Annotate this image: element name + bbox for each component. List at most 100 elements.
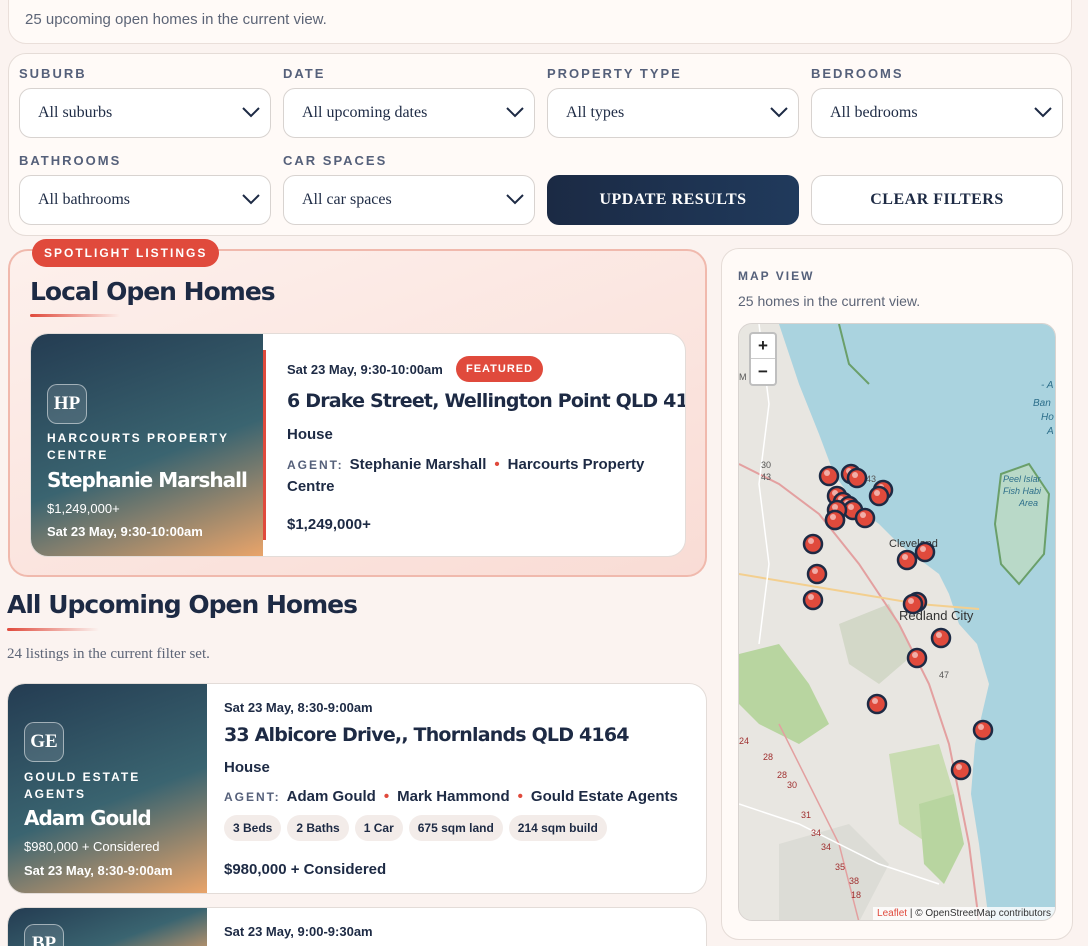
title-underline [7, 628, 99, 631]
separator-dot: • [517, 788, 523, 805]
map-pin-marker[interactable] [972, 719, 994, 741]
map-pin-marker[interactable] [930, 627, 952, 649]
property-type-filter: PROPERTY TYPE All types [547, 66, 799, 138]
car-chip: 1 Car [354, 815, 403, 841]
svg-text:A: A [1046, 426, 1054, 437]
spotlight-title: Local Open Homes [30, 277, 276, 306]
bathrooms-value: All bathrooms [38, 191, 130, 208]
listing-card[interactable]: BP Sat 23 May, 9:00-9:30am [7, 907, 707, 946]
property-type-label: PROPERTY TYPE [547, 66, 682, 81]
svg-text:28: 28 [777, 770, 787, 780]
osm-attribution: | © OpenStreetMap contributors [909, 908, 1051, 919]
open-time: Sat 23 May, 9:00-9:30am [224, 924, 373, 939]
svg-text:43: 43 [761, 472, 771, 482]
agent-label: AGENT: [224, 790, 281, 804]
listing-address[interactable]: 6 Drake Street, Wellington Point QLD 416… [287, 390, 685, 412]
map-pin-marker[interactable] [824, 509, 846, 531]
map-pin-marker[interactable] [854, 507, 876, 529]
suburb-filter: SUBURB All suburbs [19, 66, 271, 138]
map-pin-marker[interactable] [914, 541, 936, 563]
map-pin-marker[interactable] [802, 533, 824, 555]
map-pin-marker[interactable] [866, 693, 888, 715]
bathrooms-select[interactable]: All bathrooms [19, 175, 271, 225]
property-type: House [224, 759, 270, 776]
date-value: All upcoming dates [302, 104, 428, 121]
all-upcoming-title: All Upcoming Open Homes [7, 590, 358, 619]
baths-chip: 2 Baths [287, 815, 349, 841]
map-pin-highlight [808, 538, 814, 544]
agent-panel: GE GOULD ESTATE AGENTS Adam Gould $980,0… [8, 684, 207, 893]
agency-initials: GE [24, 722, 64, 762]
map-tiles[interactable]: Cleveland Redland City 30 43 43 47 24 28… [739, 324, 1056, 921]
agent-item: Adam Gould [286, 788, 376, 805]
agency-initials: HP [47, 384, 87, 424]
svg-text:18: 18 [851, 890, 861, 900]
featured-badge: FEATURED [456, 356, 544, 382]
svg-text:28: 28 [763, 752, 773, 762]
map-pin-marker[interactable] [950, 759, 972, 781]
svg-text:47: 47 [939, 670, 949, 680]
listing-details: Sat 23 May, 9:00-9:30am [207, 908, 706, 946]
map-pin-highlight [848, 504, 854, 510]
agent-name: Adam Gould [24, 806, 152, 830]
results-summary-text: 25 upcoming open homes in the current vi… [25, 11, 327, 28]
map-pin-marker[interactable] [806, 563, 828, 585]
suburb-label: SUBURB [19, 66, 87, 81]
agent-item: Mark Hammond [397, 788, 510, 805]
bedrooms-select[interactable]: All bedrooms [811, 88, 1063, 138]
svg-text:34: 34 [821, 842, 831, 852]
svg-text:Peel Islar: Peel Islar [1003, 474, 1042, 484]
map-pin-marker[interactable] [818, 465, 840, 487]
car-spaces-label: CAR SPACES [283, 153, 388, 168]
map[interactable]: Cleveland Redland City 30 43 43 47 24 28… [738, 323, 1056, 921]
svg-text:30: 30 [761, 460, 771, 470]
agent-label: AGENT: [287, 458, 344, 472]
map-pin-highlight [872, 698, 878, 704]
map-pin-marker[interactable] [902, 593, 924, 615]
agent-item: Gould Estate Agents [530, 788, 678, 805]
agent-line: AGENT: Adam Gould • Mark Hammond • Gould Esta… [224, 786, 704, 808]
listing-address[interactable]: 33 Albicore Drive,, Thornlands QLD 4164 [224, 724, 630, 746]
listing-details: Sat 23 May, 8:30-9:00am 33 Albicore Driv… [207, 684, 706, 893]
suburb-value: All suburbs [38, 104, 113, 121]
zoom-out-button[interactable]: − [751, 359, 775, 384]
svg-text:38: 38 [849, 876, 859, 886]
listings-count: 24 listings in the current filter set. [7, 646, 210, 662]
clear-filters-button[interactable]: CLEAR FILTERS [811, 175, 1063, 225]
map-pin-marker[interactable] [906, 647, 928, 669]
land-chip: 675 sqm land [408, 815, 503, 841]
chevron-down-icon [770, 107, 788, 118]
update-results-button[interactable]: UPDATE RESULTS [547, 175, 799, 225]
map-pin-highlight [956, 764, 962, 770]
svg-text:24: 24 [739, 736, 749, 746]
date-select[interactable]: All upcoming dates [283, 88, 535, 138]
agency-initials: BP [24, 924, 64, 946]
open-time: Sat 23 May, 9:30-10:00am [287, 362, 443, 377]
leaflet-link[interactable]: Leaflet [877, 908, 907, 919]
map-view-label: MAP VIEW [738, 269, 815, 283]
map-pin-marker[interactable] [802, 589, 824, 611]
date-label: DATE [283, 66, 326, 81]
listing-card[interactable]: GE GOULD ESTATE AGENTS Adam Gould $980,0… [7, 683, 707, 894]
map-pin-highlight [936, 632, 942, 638]
car-spaces-select[interactable]: All car spaces [283, 175, 535, 225]
chevron-down-icon [242, 194, 260, 205]
time-small: Sat 23 May, 8:30-9:00am [24, 863, 173, 878]
suburb-select[interactable]: All suburbs [19, 88, 271, 138]
results-summary-panel: 25 upcoming open homes in the current vi… [8, 0, 1072, 44]
map-pin-marker[interactable] [896, 549, 918, 571]
spotlight-listing-card[interactable]: HP HARCOURTS PROPERTY CENTRE Stephanie M… [30, 333, 686, 557]
property-type: House [287, 426, 333, 443]
map-pin-marker[interactable] [846, 467, 868, 489]
property-type-select[interactable]: All types [547, 88, 799, 138]
map-pin-highlight [978, 724, 984, 730]
zoom-in-button[interactable]: + [751, 334, 775, 359]
svg-text:30: 30 [787, 780, 797, 790]
spotlight-section: SPOTLIGHT LISTINGS Local Open Homes HP H… [8, 239, 707, 577]
map-pin-highlight [860, 512, 866, 518]
svg-text:Area: Area [1018, 498, 1038, 508]
agency-name: GOULD ESTATE AGENTS [24, 770, 141, 801]
svg-text:35: 35 [835, 862, 845, 872]
map-pin-marker[interactable] [868, 485, 890, 507]
agent-line: AGENT: Stephanie Marshall • Harcourts Prope… [287, 454, 667, 498]
